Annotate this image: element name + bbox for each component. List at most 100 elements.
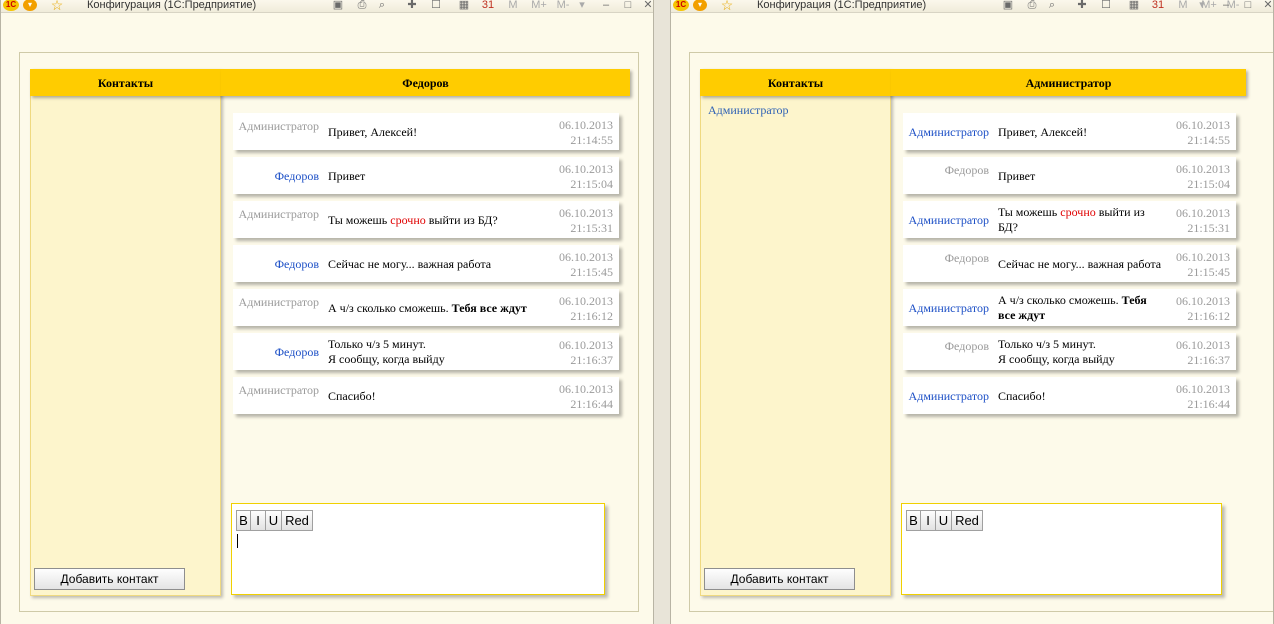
message-text-part: А ч/з сколько сможешь. xyxy=(328,301,452,315)
message-text-part: БД? xyxy=(998,220,1018,234)
memory-m-plus-button[interactable]: M+ xyxy=(529,0,549,12)
message: Администратор Спасибо! 06.10.2013 21:16:44 xyxy=(903,377,1236,414)
message-text-part: Спасибо! xyxy=(328,389,376,403)
memory-m-button[interactable]: M xyxy=(507,0,519,12)
add-contact-button[interactable]: Добавить контакт xyxy=(34,568,185,590)
underline-button[interactable]: U xyxy=(935,510,952,531)
message-date: 06.10.2013 xyxy=(559,294,613,308)
chat-header-label: Федоров xyxy=(402,76,449,90)
message-author[interactable]: Федоров xyxy=(233,257,319,272)
message-timestamp: 06.10.2013 21:15:04 xyxy=(533,162,613,192)
preview-icon[interactable]: ⌕ xyxy=(375,0,389,12)
message-timestamp: 06.10.2013 21:15:04 xyxy=(1150,162,1230,192)
message-editor[interactable]: B I U Red xyxy=(231,503,605,595)
message-text: Сейчас не могу... важная работа xyxy=(998,257,1166,272)
app-logo-icon[interactable]: 1С xyxy=(673,0,689,11)
message-author[interactable]: Администратор xyxy=(233,119,319,134)
chat-header: Федоров xyxy=(221,69,630,96)
minimize-icon[interactable]: – xyxy=(1219,0,1233,12)
message-text: Ты можешь срочно выйти из БД? xyxy=(998,205,1166,235)
underline-button[interactable]: U xyxy=(265,510,282,531)
message-text-part: Привет, Алексей! xyxy=(998,125,1088,139)
calculator-icon[interactable]: ▦ xyxy=(1127,0,1141,12)
app-logo-icon[interactable]: 1С xyxy=(3,0,19,11)
message-time: 21:15:04 xyxy=(1187,177,1230,191)
favorites-icon[interactable]: ☐ xyxy=(1099,0,1113,12)
message: Администратор Привет, Алексей! 06.10.2013 2… xyxy=(233,113,619,150)
message-text: Ты можешь срочно выйти из БД? xyxy=(328,213,543,228)
message-date: 06.10.2013 xyxy=(559,338,613,352)
message: Федоров Только ч/з 5 минут. Я сообщу, когд… xyxy=(233,333,619,370)
main-menu-icon[interactable]: ▾ xyxy=(23,0,37,11)
message-text: А ч/з сколько сможешь. Тебя все ждут xyxy=(328,301,543,316)
message-timestamp: 06.10.2013 21:16:12 xyxy=(533,294,613,324)
message-author[interactable]: Администратор xyxy=(903,389,989,404)
message-timestamp: 06.10.2013 21:15:45 xyxy=(1150,250,1230,280)
message-author[interactable]: Федоров xyxy=(233,345,319,360)
star-icon[interactable]: ☆ xyxy=(49,0,65,12)
message-text: Привет xyxy=(998,169,1166,184)
memory-m-button[interactable]: M xyxy=(1177,0,1189,12)
close-icon[interactable]: ✕ xyxy=(1261,0,1273,12)
contacts-header-label: Контакты xyxy=(97,76,154,90)
message-text: Привет, Алексей! xyxy=(328,125,543,140)
calendar-icon[interactable]: 31 xyxy=(481,0,495,12)
message-author[interactable]: Администратор xyxy=(233,383,319,398)
message-time: 21:16:37 xyxy=(1187,353,1230,367)
preview-icon[interactable]: ⌕ xyxy=(1045,0,1059,12)
star-icon[interactable]: ☆ xyxy=(719,0,735,12)
message-text: Только ч/з 5 минут. Я сообщу, когда выйду xyxy=(328,337,543,367)
message-date: 06.10.2013 xyxy=(1176,338,1230,352)
message-timestamp: 06.10.2013 21:15:31 xyxy=(533,206,613,236)
italic-button[interactable]: I xyxy=(250,510,266,531)
message-date: 06.10.2013 xyxy=(1176,382,1230,396)
message-text-part: Спасибо! xyxy=(998,389,1046,403)
message-author[interactable]: Администратор xyxy=(903,125,989,140)
message: Федоров Привет 06.10.2013 21:15:04 xyxy=(903,157,1236,194)
calendar-icon[interactable]: 31 xyxy=(1151,0,1165,12)
chevron-down-icon[interactable]: ▾ xyxy=(1195,0,1209,12)
add-favorite-icon[interactable]: ✚ xyxy=(405,0,419,12)
window-title: Конфигурация (1С:Предприятие) xyxy=(87,0,257,11)
italic-button[interactable]: I xyxy=(920,510,936,531)
favorites-icon[interactable]: ☐ xyxy=(429,0,443,12)
message-time: 21:15:45 xyxy=(1187,265,1230,279)
close-icon[interactable]: ✕ xyxy=(641,0,653,12)
message-text-part: выйти из xyxy=(1095,205,1145,219)
add-contact-button[interactable]: Добавить контакт xyxy=(704,568,855,590)
chevron-down-icon[interactable]: ▾ xyxy=(575,0,589,12)
contacts-header: Контакты xyxy=(700,69,891,96)
calculator-icon[interactable]: ▦ xyxy=(457,0,471,12)
maximize-icon[interactable]: □ xyxy=(1241,0,1255,12)
bold-button[interactable]: B xyxy=(236,510,251,531)
message-author[interactable]: Администратор xyxy=(233,295,319,310)
save-icon[interactable]: ▣ xyxy=(331,0,345,12)
message-author[interactable]: Федоров xyxy=(233,169,319,184)
contact-item[interactable]: Администратор xyxy=(708,103,788,118)
message-author[interactable]: Федоров xyxy=(903,339,989,354)
add-favorite-icon[interactable]: ✚ xyxy=(1075,0,1089,12)
message-timestamp: 06.10.2013 21:16:12 xyxy=(1150,294,1230,324)
print-icon[interactable]: ⎙ xyxy=(355,0,369,12)
save-icon[interactable]: ▣ xyxy=(1001,0,1015,12)
message-time: 21:14:55 xyxy=(1187,133,1230,147)
main-menu-icon[interactable]: ▾ xyxy=(693,0,707,11)
red-text-button[interactable]: Red xyxy=(951,510,983,531)
minimize-icon[interactable]: – xyxy=(599,0,613,12)
message-author[interactable]: Федоров xyxy=(903,163,989,178)
message-date: 06.10.2013 xyxy=(1176,206,1230,220)
message-date: 06.10.2013 xyxy=(559,118,613,132)
red-text-button[interactable]: Red xyxy=(281,510,313,531)
message-author[interactable]: Администратор xyxy=(903,301,989,316)
message-author[interactable]: Федоров xyxy=(903,251,989,266)
print-icon[interactable]: ⎙ xyxy=(1025,0,1039,12)
message-editor[interactable]: B I U Red xyxy=(901,503,1222,595)
bold-button[interactable]: B xyxy=(906,510,921,531)
message-time: 21:15:45 xyxy=(570,265,613,279)
maximize-icon[interactable]: □ xyxy=(621,0,635,12)
message-author[interactable]: Администратор xyxy=(903,213,989,228)
message-text-part: все ждут xyxy=(998,308,1046,322)
message-author[interactable]: Администратор xyxy=(233,207,319,222)
message-time: 21:16:12 xyxy=(570,309,613,323)
memory-m-minus-button[interactable]: M- xyxy=(553,0,573,12)
